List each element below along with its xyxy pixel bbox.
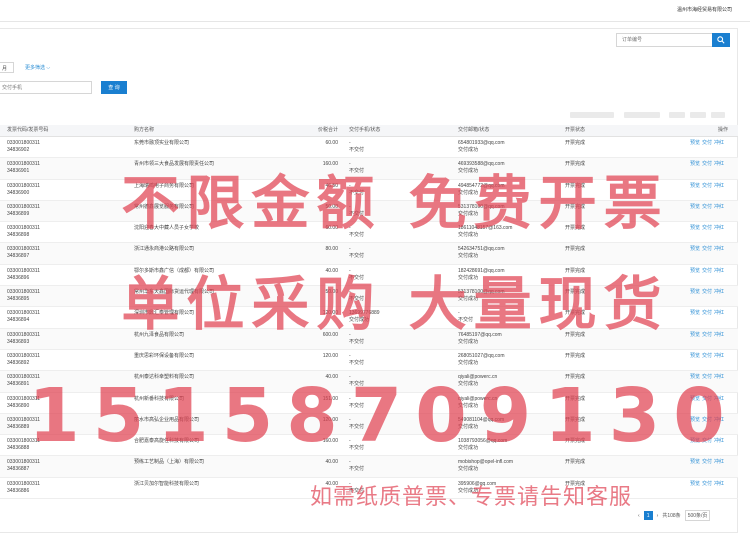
red-reversal-link[interactable]: 冲红 <box>714 140 724 146</box>
table-row: 033001800311 34836887 预练工艺制品（上海）有限公司 40.00 -… <box>0 456 738 478</box>
preview-link[interactable]: 预览 <box>690 459 700 465</box>
phone-status: - 不交付 <box>349 140 365 153</box>
amount: 80.00 <box>325 246 338 253</box>
buyer-name: 浙江通永商港公路有限公司 <box>134 246 195 253</box>
search-icon <box>717 36 725 44</box>
invoice-status: 开票完成 <box>565 459 586 466</box>
email-status: mobishop@opel-infl.com 交付成功 <box>458 459 514 473</box>
buyer-name: 重庆思彩环保设备有限公司 <box>134 352 195 359</box>
col-header-code: 发票代码/发票号码 <box>7 127 49 133</box>
more-filter-label: 更多筛选 <box>25 65 46 71</box>
amount: 40.00 <box>325 459 338 466</box>
blurred-toolbar <box>711 112 725 118</box>
invoice-status: 开票完成 <box>565 246 586 253</box>
search-button[interactable] <box>712 33 730 47</box>
pagination: ‹ 1 › 共108条 500条/页 <box>638 510 711 521</box>
invoice-status: 开票完成 <box>565 140 586 146</box>
invoice-code: 033001800311 34836887 <box>7 459 40 473</box>
blurred-toolbar <box>570 112 614 118</box>
watermark-line-4: 如需纸质普票、专票请告知客服 <box>310 485 633 510</box>
phone-status: - 不交付 <box>349 352 365 366</box>
phone-input[interactable] <box>0 81 92 94</box>
phone-status: - 不交付 <box>349 459 365 473</box>
invoice-code: 033001800311 34836902 <box>7 140 40 153</box>
company-name: 温州市海经贸易有限公司 <box>676 7 732 13</box>
row-actions: 预览 交付 冲红 <box>690 246 726 253</box>
blurred-toolbar <box>690 112 706 118</box>
preview-link[interactable]: 预览 <box>690 140 700 146</box>
deliver-link[interactable]: 交付 <box>702 140 712 146</box>
total-count: 共108条 <box>662 513 681 519</box>
blurred-toolbar <box>624 112 660 118</box>
buyer-name: 浙江贝加尔智能科技有限公司 <box>134 480 200 487</box>
prev-page-icon[interactable]: ‹ <box>638 513 640 519</box>
amount: 120.00 <box>322 352 338 359</box>
month-filter[interactable]: 月 <box>0 62 14 73</box>
invoice-code: 033001800311 34836886 <box>7 480 40 494</box>
preview-link[interactable]: 预览 <box>690 246 700 252</box>
col-header-buyer: 购方名称 <box>134 127 155 133</box>
email-status: 654801933@qq.com 交付成功 <box>458 140 505 153</box>
col-header-status: 开票状态 <box>565 127 586 133</box>
deliver-link[interactable]: 交付 <box>702 353 712 359</box>
blurred-toolbar <box>669 112 685 118</box>
top-bar: 温州市海经贸易有限公司 <box>0 0 750 22</box>
red-reversal-link[interactable]: 冲红 <box>714 246 724 252</box>
watermark-line-1: 不限金额 免费开票 <box>121 169 669 237</box>
search-box <box>616 33 730 47</box>
deliver-link[interactable]: 交付 <box>702 246 712 252</box>
preview-link[interactable]: 预览 <box>690 353 700 359</box>
invoice-status: 开票完成 <box>565 352 586 359</box>
page-size-select[interactable]: 500条/页 <box>684 510 711 521</box>
red-reversal-link[interactable]: 冲红 <box>714 459 724 465</box>
row-actions: 预览 交付 冲红 <box>690 140 726 147</box>
col-header-amount: 价税合计 <box>317 127 338 133</box>
next-page-icon[interactable]: › <box>657 513 659 519</box>
search-input[interactable] <box>616 33 712 47</box>
col-header-actions: 操作 <box>718 127 729 133</box>
invoice-code: 033001800311 34836892 <box>7 352 40 366</box>
col-header-email: 交付邮箱/状态 <box>458 127 490 133</box>
chevron-down-icon: ⌵ <box>45 65 51 71</box>
query-button[interactable]: 查 询 <box>101 81 127 94</box>
email-status: 268051027@qq.com 交付成功 <box>458 352 505 366</box>
deliver-link[interactable]: 交付 <box>702 459 712 465</box>
row-actions: 预览 交付 冲红 <box>690 353 726 360</box>
table-row: 033001800311 34836892 重庆思彩环保设备有限公司 120.00 - 不… <box>0 350 738 372</box>
more-filter-link[interactable]: 更多筛选 ⌵ <box>25 64 50 71</box>
red-reversal-link[interactable]: 冲红 <box>714 353 724 359</box>
buyer-name: 预练工艺制品（上海）有限公司 <box>134 459 205 466</box>
row-actions: 预览 交付 冲红 <box>690 459 726 466</box>
table-header: 发票代码/发票号码 购方名称 价税合计 交付手机/状态 交付邮箱/状态 开票状态… <box>0 125 738 137</box>
col-header-phone: 交付手机/状态 <box>349 127 381 133</box>
watermark-line-2: 单位采购 大量现货 <box>121 270 669 338</box>
amount: 60.00 <box>325 140 338 146</box>
buyer-name: 东莞市融顶实业有限公司 <box>134 140 190 146</box>
page-number[interactable]: 1 <box>643 511 653 520</box>
watermark-line-3: 15158709130 <box>28 373 738 459</box>
